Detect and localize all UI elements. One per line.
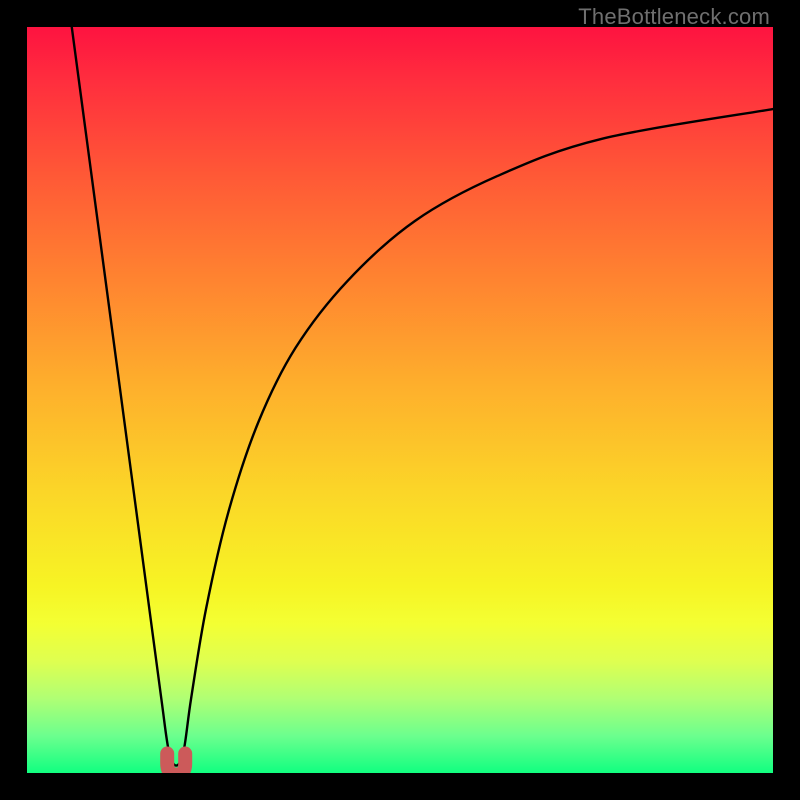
chart-frame: TheBottleneck.com — [0, 0, 800, 800]
bottleneck-curve — [72, 27, 773, 766]
optimal-point-marker — [167, 754, 185, 773]
chart-svg — [27, 27, 773, 773]
attribution-text: TheBottleneck.com — [578, 4, 770, 30]
